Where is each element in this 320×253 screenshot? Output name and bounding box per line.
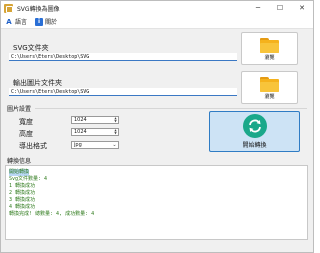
minimize-button[interactable]: ─ bbox=[247, 1, 269, 15]
image-settings-title: 圖片設置 bbox=[7, 106, 32, 113]
log-line: 轉換完成! 總數量: 4, 成功數量: 4 bbox=[9, 211, 95, 217]
start-convert-button[interactable]: 開始轉換 bbox=[209, 111, 300, 152]
app-icon bbox=[4, 3, 13, 13]
output-folder-input[interactable]: C:\Users\Eters\Desktop\SVG bbox=[9, 88, 237, 96]
language-icon: A bbox=[5, 17, 13, 26]
format-label: 導出格式 bbox=[19, 142, 47, 150]
window-title: SVG轉換為圖像 bbox=[17, 5, 60, 13]
height-spinbox[interactable]: 1024 ▲ ▼ bbox=[71, 128, 119, 136]
log-output[interactable]: 開始轉換 Svg文件數量: 4 1 轉換成功 2 轉換成功 3 轉換成功 4 轉… bbox=[5, 165, 308, 240]
height-value: 1024 bbox=[74, 129, 87, 135]
output-folder-browse-button[interactable]: 瀏覽 bbox=[241, 71, 298, 104]
log-line: 1 轉換成功 bbox=[9, 183, 36, 189]
folder-icon bbox=[260, 77, 279, 92]
width-label: 寬度 bbox=[19, 118, 33, 126]
svg-folder-label: SVG文件夾 bbox=[13, 44, 49, 52]
window-controls: ─ ☐ ✕ bbox=[247, 1, 313, 15]
menu-bar: A 語言 i 關於 bbox=[1, 15, 313, 29]
status-bar bbox=[1, 242, 313, 252]
maximize-button[interactable]: ☐ bbox=[269, 1, 291, 15]
browse-label: 瀏覽 bbox=[264, 55, 275, 61]
log-line: 開始轉換 bbox=[9, 169, 30, 176]
chevron-down-icon: ⌄ bbox=[112, 142, 117, 148]
spin-arrows-icon[interactable]: ▲ ▼ bbox=[113, 129, 118, 135]
menu-language-label: 語言 bbox=[15, 19, 28, 26]
spin-arrows-icon[interactable]: ▲ ▼ bbox=[113, 117, 118, 123]
width-value: 1024 bbox=[74, 117, 87, 123]
menu-about[interactable]: i 關於 bbox=[35, 17, 57, 26]
title-bar: SVG轉換為圖像 ─ ☐ ✕ bbox=[1, 1, 313, 15]
menu-about-label: 關於 bbox=[45, 19, 58, 26]
group-divider bbox=[35, 108, 307, 109]
info-icon: i bbox=[35, 17, 44, 26]
log-line: 4 轉換成功 bbox=[9, 204, 36, 210]
log-line: 2 轉換成功 bbox=[9, 190, 36, 196]
start-convert-label: 開始轉換 bbox=[242, 142, 267, 149]
browse-label: 瀏覽 bbox=[264, 94, 275, 100]
close-button[interactable]: ✕ bbox=[291, 1, 313, 15]
format-select[interactable]: jpg ⌄ bbox=[71, 141, 119, 149]
output-folder-label: 輸出圖片文件夾 bbox=[13, 79, 62, 87]
log-line: 3 轉換成功 bbox=[9, 197, 36, 203]
folder-icon bbox=[260, 38, 279, 53]
format-value: jpg bbox=[74, 142, 82, 148]
log-line: Svg文件數量: 4 bbox=[9, 176, 48, 182]
log-title: 轉換信息 bbox=[7, 158, 32, 165]
height-label: 高度 bbox=[19, 130, 33, 138]
menu-language[interactable]: A 語言 bbox=[5, 17, 27, 26]
svg-folder-input[interactable]: C:\Users\Eters\Desktop\SVG bbox=[9, 53, 237, 61]
svg-folder-browse-button[interactable]: 瀏覽 bbox=[241, 32, 298, 65]
app-window: SVG轉換為圖像 ─ ☐ ✕ A 語言 i 關於 SVG文件夾 C:\Users… bbox=[0, 0, 314, 253]
width-spinbox[interactable]: 1024 ▲ ▼ bbox=[71, 116, 119, 124]
refresh-icon bbox=[242, 114, 267, 138]
